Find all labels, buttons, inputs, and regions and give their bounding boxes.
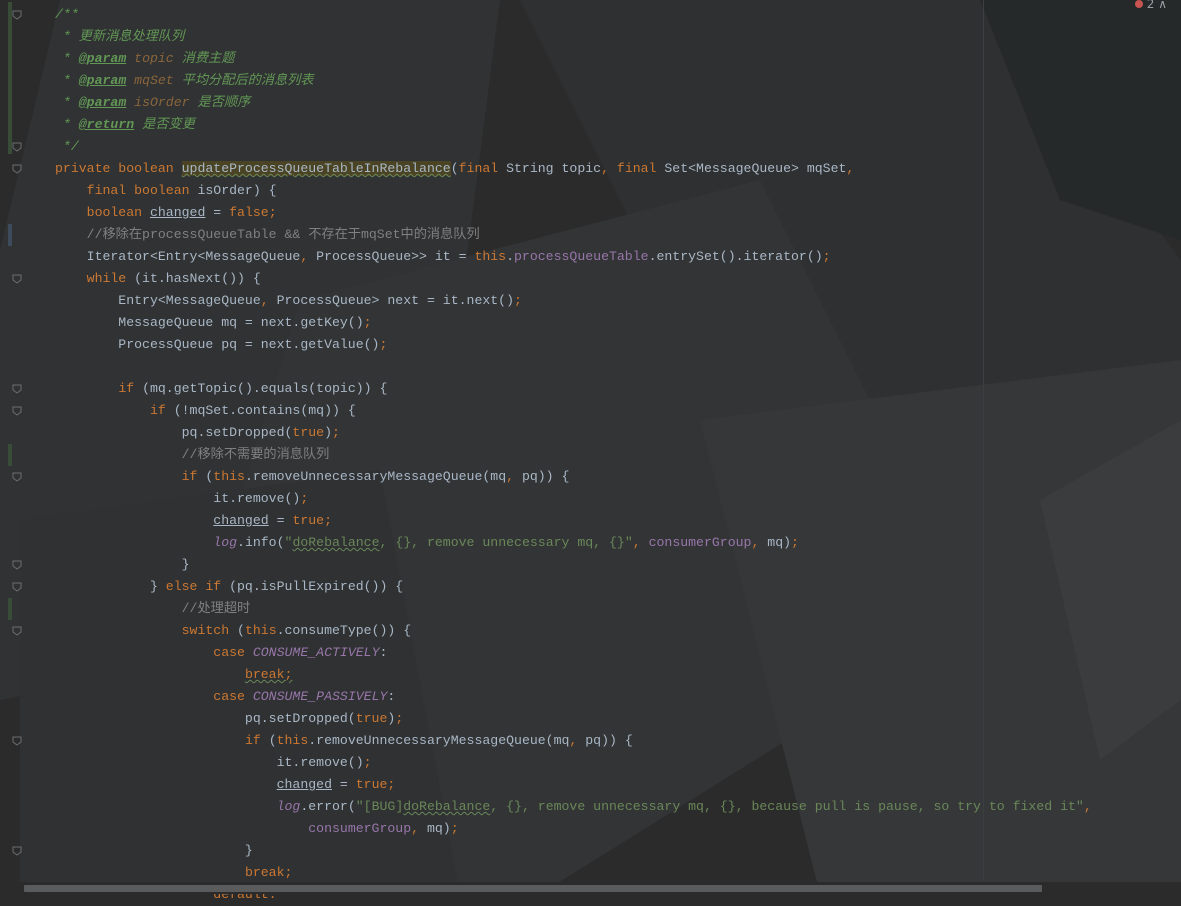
code-editor[interactable]: /** * 更新消息处理队列 * @param topic 消费主题 * @pa…: [55, 4, 1092, 906]
code-line[interactable]: break;: [55, 862, 1092, 884]
code-line[interactable]: log.info("doRebalance, {}, remove unnece…: [55, 532, 1092, 554]
code-line[interactable]: switch (this.consumeType()) {: [55, 620, 1092, 642]
editor-gutter[interactable]: [0, 0, 32, 894]
code-line[interactable]: //移除在processQueueTable && 不存在于mqSet中的消息队…: [55, 224, 1092, 246]
error-count: 2: [1146, 0, 1155, 11]
code-line[interactable]: * @param topic 消费主题: [55, 48, 1092, 70]
line-comment: //处理超时: [55, 601, 251, 616]
change-marker[interactable]: [8, 2, 12, 154]
code-line[interactable]: it.remove();: [55, 488, 1092, 510]
fold-marker-icon[interactable]: [12, 10, 22, 20]
code-line[interactable]: if (mq.getTopic().equals(topic)) {: [55, 378, 1092, 400]
error-dot-icon: [1134, 0, 1143, 8]
code-line[interactable]: final boolean isOrder) {: [55, 180, 1092, 202]
fold-marker-icon[interactable]: [12, 142, 22, 152]
horizontal-scrollbar[interactable]: [0, 882, 1181, 894]
fold-marker-icon[interactable]: [12, 846, 22, 856]
change-marker[interactable]: [8, 444, 12, 466]
doc-comment-close: */: [55, 139, 79, 154]
doc-param-name: mqSet: [134, 73, 174, 88]
code-line[interactable]: if (this.removeUnnecessaryMessageQueue(m…: [55, 730, 1092, 752]
code-line[interactable]: * @param isOrder 是否顺序: [55, 92, 1092, 114]
code-line[interactable]: log.error("[BUG]doRebalance, {}, remove …: [55, 796, 1092, 818]
fold-marker-icon[interactable]: [12, 582, 22, 592]
line-comment: //移除在processQueueTable && 不存在于mqSet中的消息队…: [55, 227, 480, 242]
code-line[interactable]: Iterator<Entry<MessageQueue, ProcessQueu…: [55, 246, 1092, 268]
fold-marker-icon[interactable]: [12, 626, 22, 636]
line-comment: //移除不需要的消息队列: [55, 447, 330, 462]
doc-tag-param: @param: [78, 51, 127, 66]
fold-marker-icon[interactable]: [12, 384, 22, 394]
doc-tag-param: @param: [78, 73, 127, 88]
code-line[interactable]: case CONSUME_PASSIVELY:: [55, 686, 1092, 708]
code-line[interactable]: * @param mqSet 平均分配后的消息列表: [55, 70, 1092, 92]
code-line[interactable]: break;: [55, 664, 1092, 686]
code-line[interactable]: pq.setDropped(true);: [55, 708, 1092, 730]
code-line[interactable]: changed = true;: [55, 510, 1092, 532]
fold-marker-icon[interactable]: [12, 560, 22, 570]
doc-param-name: isOrder: [134, 95, 190, 110]
vertical-scrollbar[interactable]: [1171, 0, 1181, 882]
doc-tag-return: @return: [78, 117, 135, 132]
doc-param-name: topic: [134, 51, 174, 66]
code-line[interactable]: consumerGroup, mq);: [55, 818, 1092, 840]
code-line[interactable]: [55, 356, 1092, 378]
code-line[interactable]: MessageQueue mq = next.getKey();: [55, 312, 1092, 334]
doc-comment-text: 更新消息处理队列: [78, 29, 185, 44]
code-line[interactable]: if (this.removeUnnecessaryMessageQueue(m…: [55, 466, 1092, 488]
fold-marker-icon[interactable]: [12, 472, 22, 482]
code-line[interactable]: //移除不需要的消息队列: [55, 444, 1092, 466]
doc-comment-open: /**: [55, 7, 79, 22]
code-line[interactable]: Entry<MessageQueue, ProcessQueue> next =…: [55, 290, 1092, 312]
fold-marker-icon[interactable]: [12, 736, 22, 746]
doc-tag-param: @param: [78, 95, 127, 110]
code-line[interactable]: ProcessQueue pq = next.getValue();: [55, 334, 1092, 356]
error-indicator[interactable]: 2 ∧: [1134, 0, 1167, 11]
change-marker[interactable]: [8, 224, 12, 246]
code-line[interactable]: case CONSUME_ACTIVELY:: [55, 642, 1092, 664]
method-name-highlight[interactable]: updateProcessQueueTableInRebalance: [181, 161, 451, 176]
code-line[interactable]: boolean changed = false;: [55, 202, 1092, 224]
code-line[interactable]: */: [55, 136, 1092, 158]
code-line[interactable]: pq.setDropped(true);: [55, 422, 1092, 444]
code-line[interactable]: }: [55, 554, 1092, 576]
code-line[interactable]: while (it.hasNext()) {: [55, 268, 1092, 290]
code-line[interactable]: } else if (pq.isPullExpired()) {: [55, 576, 1092, 598]
fold-marker-icon[interactable]: [12, 274, 22, 284]
code-line[interactable]: /**: [55, 4, 1092, 26]
code-line[interactable]: if (!mqSet.contains(mq)) {: [55, 400, 1092, 422]
change-marker[interactable]: [8, 598, 12, 620]
code-line[interactable]: * @return 是否变更: [55, 114, 1092, 136]
code-line[interactable]: //处理超时: [55, 598, 1092, 620]
code-line[interactable]: private boolean updateProcessQueueTableI…: [55, 158, 1092, 180]
fold-marker-icon[interactable]: [12, 406, 22, 416]
code-line[interactable]: it.remove();: [55, 752, 1092, 774]
horizontal-scrollbar-thumb[interactable]: [24, 885, 1042, 892]
code-line[interactable]: changed = true;: [55, 774, 1092, 796]
code-line[interactable]: }: [55, 840, 1092, 862]
code-line[interactable]: * 更新消息处理队列: [55, 26, 1092, 48]
fold-marker-icon[interactable]: [12, 164, 22, 174]
